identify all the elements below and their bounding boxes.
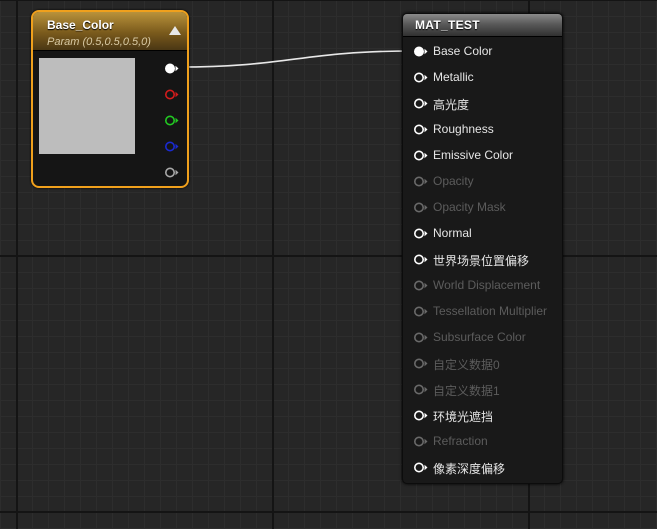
- base-color-param-node[interactable]: Base_Color Param (0.5,0.5,0.5,0): [31, 10, 189, 188]
- material-input-row[interactable]: Roughness: [403, 120, 562, 140]
- param-node-subtitle: Param (0.5,0.5,0.5,0): [47, 36, 151, 48]
- material-input-row[interactable]: Opacity: [403, 172, 562, 192]
- input-pin-icon[interactable]: [413, 71, 428, 84]
- material-input-label: 高光度: [433, 98, 470, 112]
- input-pin-icon[interactable]: [413, 123, 428, 136]
- param-node-title: Base_Color: [47, 18, 114, 32]
- material-input-label: Base Color: [433, 44, 493, 58]
- input-pin-icon: [413, 175, 428, 188]
- input-pin-icon: [413, 435, 428, 448]
- material-input-row[interactable]: Normal: [403, 224, 562, 244]
- material-input-row[interactable]: Base Color: [403, 42, 562, 62]
- material-input-row[interactable]: 高光度: [403, 94, 562, 114]
- material-input-row[interactable]: Subsurface Color: [403, 328, 562, 348]
- input-pin-icon[interactable]: [413, 227, 428, 240]
- input-pin-icon: [413, 305, 428, 318]
- input-pin-icon: [413, 357, 428, 370]
- material-input-row[interactable]: 环境光遮挡: [403, 406, 562, 426]
- input-pin-icon: [413, 201, 428, 214]
- input-pin-icon[interactable]: [413, 149, 428, 162]
- input-pin-icon[interactable]: [413, 461, 428, 474]
- material-node-title: MAT_TEST: [415, 18, 480, 32]
- input-pin-icon: [413, 279, 428, 292]
- material-input-row[interactable]: Tessellation Multiplier: [403, 302, 562, 322]
- material-input-row[interactable]: Opacity Mask: [403, 198, 562, 218]
- output-a-pin[interactable]: [164, 166, 179, 178]
- material-result-node[interactable]: MAT_TEST Base Color Metallic 高光度 Roughness E…: [402, 13, 563, 484]
- material-input-label: Tessellation Multiplier: [433, 304, 548, 318]
- material-input-label: Subsurface Color: [433, 330, 526, 344]
- input-pin-icon[interactable]: [413, 97, 428, 110]
- material-input-label: Emissive Color: [433, 148, 514, 162]
- input-pin-icon[interactable]: [413, 253, 428, 266]
- output-g-pin[interactable]: [164, 114, 179, 126]
- material-input-row[interactable]: Emissive Color: [403, 146, 562, 166]
- param-node-header[interactable]: Base_Color Param (0.5,0.5,0.5,0): [33, 12, 187, 51]
- material-input-row[interactable]: World Displacement: [403, 276, 562, 296]
- material-input-row[interactable]: 自定义数据1: [403, 380, 562, 400]
- output-b-pin[interactable]: [164, 140, 179, 152]
- output-rgb-pin[interactable]: [164, 62, 179, 74]
- material-input-label: Opacity Mask: [433, 200, 506, 214]
- material-input-label: World Displacement: [433, 278, 541, 292]
- material-input-row[interactable]: 像素深度偏移: [403, 458, 562, 478]
- material-input-label: 环境光遮挡: [433, 410, 494, 424]
- material-input-label: Normal: [433, 226, 472, 240]
- material-input-label: Roughness: [433, 122, 494, 136]
- color-preview-swatch: [39, 58, 135, 154]
- material-input-row[interactable]: 世界场景位置偏移: [403, 250, 562, 270]
- material-node-header[interactable]: MAT_TEST: [403, 14, 562, 37]
- material-input-label: 自定义数据1: [433, 384, 500, 398]
- material-input-label: Opacity: [433, 174, 474, 188]
- input-pin-icon[interactable]: [413, 45, 428, 58]
- material-input-row[interactable]: Metallic: [403, 68, 562, 88]
- material-input-label: Metallic: [433, 70, 474, 84]
- material-input-label: 像素深度偏移: [433, 462, 506, 476]
- material-input-row[interactable]: 自定义数据0: [403, 354, 562, 374]
- output-r-pin[interactable]: [164, 88, 179, 100]
- material-input-label: Refraction: [433, 434, 488, 448]
- material-input-label: 世界场景位置偏移: [433, 254, 530, 268]
- collapse-arrow-icon[interactable]: [169, 26, 181, 35]
- input-pin-icon: [413, 383, 428, 396]
- material-input-label: 自定义数据0: [433, 358, 500, 372]
- input-pin-icon[interactable]: [413, 409, 428, 422]
- input-pin-icon: [413, 331, 428, 344]
- material-input-row[interactable]: Refraction: [403, 432, 562, 452]
